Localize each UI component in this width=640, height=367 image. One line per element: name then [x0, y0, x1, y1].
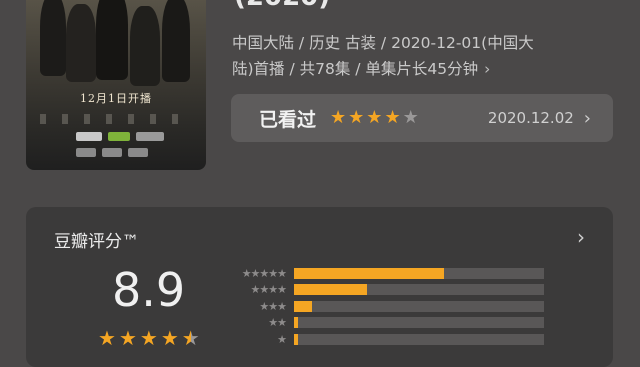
- star-icon: ★: [181, 326, 200, 350]
- distribution-bar-track: [294, 317, 544, 329]
- distribution-star-icons: ★: [277, 332, 287, 346]
- producer-logo: [102, 148, 122, 157]
- poster-figure: [66, 4, 96, 82]
- broadcaster-logo: [76, 132, 102, 141]
- star-icon: ★: [402, 107, 419, 128]
- distribution-star-icons: ★★★★★: [241, 266, 287, 280]
- chevron-right-icon: ›: [484, 60, 491, 78]
- rating-distribution: ★★★★★ ★★★★ ★★★ ★★ ★: [224, 265, 554, 348]
- show-meta-info[interactable]: 中国大陆 / 历史 古装 / 2020-12-01(中国大 陆)首播 / 共78…: [232, 30, 612, 82]
- show-year: (2020): [234, 0, 330, 12]
- distribution-star-icons: ★★★: [259, 299, 287, 313]
- watched-date: 2020.12.02: [487, 109, 574, 127]
- distribution-row: ★★★★: [224, 282, 554, 299]
- watched-status-bar[interactable]: 已看过 ★ ★ ★ ★ ★ 2020.12.02 ›: [231, 94, 613, 142]
- producer-logo: [128, 148, 148, 157]
- meta-line-1: 中国大陆 / 历史 古装 / 2020-12-01(中国大: [232, 34, 534, 52]
- star-icon: ★: [384, 107, 401, 128]
- star-icon: ★: [366, 107, 383, 128]
- broadcaster-logo: [108, 132, 130, 141]
- poster-logos: [76, 132, 164, 141]
- show-poster[interactable]: 12月1日开播: [26, 0, 206, 170]
- distribution-bar-track: [294, 284, 544, 296]
- star-icon: ★: [118, 326, 137, 350]
- distribution-bar-track: [294, 267, 544, 279]
- rating-card-title: 豆瓣评分™: [54, 232, 139, 252]
- star-icon: ★: [330, 107, 347, 128]
- poster-figure: [40, 0, 66, 76]
- star-icon: ★: [139, 326, 158, 350]
- distribution-row: ★★★★★: [224, 265, 554, 282]
- star-icon: ★: [98, 326, 116, 350]
- poster-figure: [130, 6, 160, 86]
- distribution-star-icons: ★★: [268, 316, 287, 330]
- poster-release-text: 12月1日开播: [80, 92, 152, 105]
- user-rating-stars: ★ ★ ★ ★ ★: [330, 109, 419, 127]
- distribution-row: ★★: [224, 315, 554, 332]
- poster-credits: [40, 114, 192, 124]
- rating-score-stars: ★ ★ ★ ★ ★: [98, 326, 200, 350]
- distribution-bar-fill: [294, 317, 298, 329]
- douban-rating-card[interactable]: 豆瓣评分™ › 8.9 ★ ★ ★ ★ ★ ★★★★★ ★★★★ ★★★ ★★ ★: [26, 207, 613, 367]
- poster-figure: [96, 0, 128, 80]
- distribution-bar-fill: [294, 333, 298, 345]
- distribution-row: ★★★: [224, 298, 554, 315]
- broadcaster-logo: [136, 132, 164, 141]
- rating-score: 8.9: [112, 263, 186, 317]
- distribution-row: ★: [224, 331, 554, 348]
- distribution-bar-fill: [294, 284, 367, 296]
- producer-logo: [76, 148, 96, 157]
- distribution-star-icons: ★★★★: [250, 283, 287, 297]
- distribution-bar-track: [294, 300, 544, 312]
- star-icon: ★: [160, 326, 179, 350]
- distribution-bar-fill: [294, 300, 312, 312]
- star-icon: ★: [348, 107, 365, 128]
- meta-line-2: 陆)首播 / 共78集 / 单集片长45分钟: [232, 60, 479, 78]
- chevron-right-icon: ›: [583, 107, 591, 129]
- watched-label: 已看过: [259, 108, 317, 131]
- distribution-bar-fill: [294, 267, 444, 279]
- poster-logos: [76, 148, 148, 157]
- chevron-right-icon: ›: [577, 225, 585, 249]
- distribution-bar-track: [294, 333, 544, 345]
- poster-figure: [162, 0, 190, 82]
